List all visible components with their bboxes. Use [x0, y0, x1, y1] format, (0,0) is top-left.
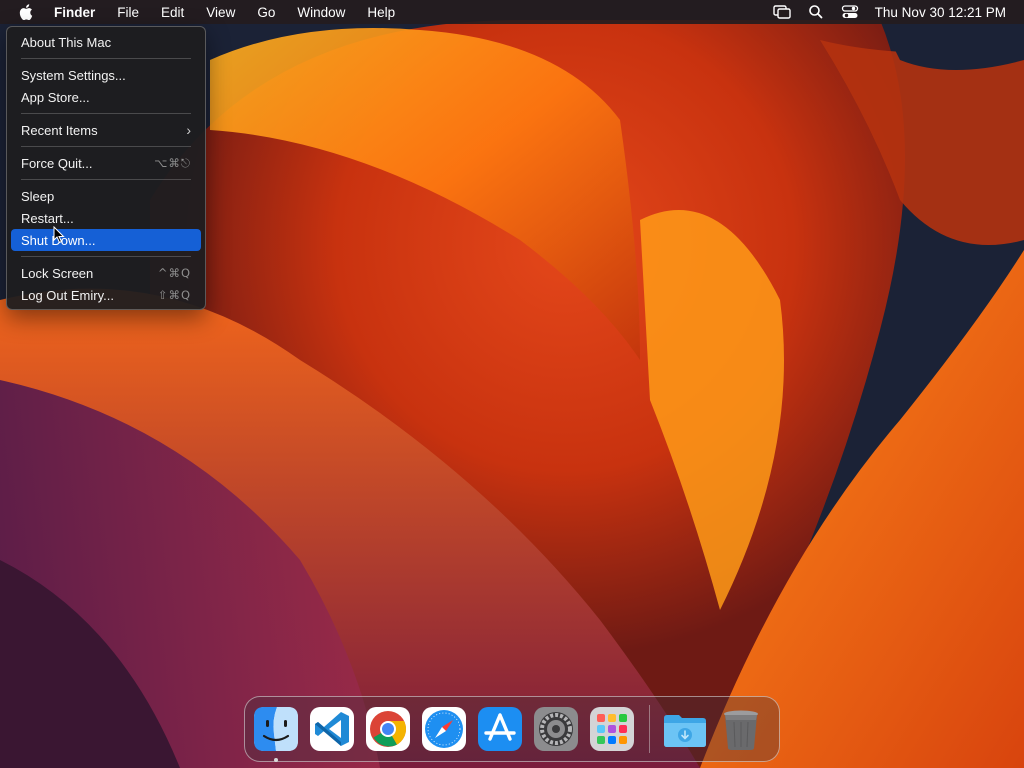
spotlight-search-icon[interactable]	[799, 0, 833, 24]
menu-file[interactable]: File	[106, 0, 150, 24]
menu-item-system-settings[interactable]: System Settings...	[11, 64, 201, 86]
running-indicator	[274, 758, 278, 762]
menu-item-about-this-mac[interactable]: About This Mac	[11, 31, 201, 53]
menu-bar-status-area: Thu Nov 30 12:21 PM	[765, 0, 1024, 24]
app-store-icon[interactable]	[477, 706, 523, 752]
menu-app-name[interactable]: Finder	[46, 0, 106, 24]
menu-item-recent-items[interactable]: Recent Items ›	[11, 119, 201, 141]
mouse-pointer-icon	[53, 226, 65, 244]
dock-divider	[649, 705, 650, 753]
shortcut-log-out: ⇧⌘Q	[157, 288, 191, 302]
control-center-icon[interactable]	[833, 0, 867, 24]
shortcut-lock-screen: ^⌘Q	[157, 266, 191, 280]
menu-item-shut-down[interactable]: Shut Down...	[11, 229, 201, 251]
trash-icon[interactable]	[718, 706, 764, 752]
apple-menu-icon[interactable]	[16, 3, 36, 21]
menu-view[interactable]: View	[195, 0, 246, 24]
shortcut-force-quit: ⌥⌘⎋	[154, 155, 191, 170]
menu-window[interactable]: Window	[286, 0, 356, 24]
apple-menu-dropdown: About This Mac System Settings... App St…	[6, 26, 206, 310]
menu-separator	[21, 113, 191, 114]
chrome-icon[interactable]	[365, 706, 411, 752]
safari-icon[interactable]	[421, 706, 467, 752]
chevron-right-icon: ›	[186, 122, 191, 138]
menu-item-sleep[interactable]: Sleep	[11, 185, 201, 207]
launchpad-icon[interactable]	[589, 706, 635, 752]
menu-item-force-quit[interactable]: Force Quit... ⌥⌘⎋	[11, 152, 201, 174]
menu-separator	[21, 58, 191, 59]
menu-separator	[21, 146, 191, 147]
menu-item-app-store[interactable]: App Store...	[11, 86, 201, 108]
menu-item-log-out[interactable]: Log Out Emiry... ⇧⌘Q	[11, 284, 201, 306]
menu-bar-clock[interactable]: Thu Nov 30 12:21 PM	[867, 5, 1024, 20]
downloads-folder-icon[interactable]	[662, 706, 708, 752]
menu-separator	[21, 179, 191, 180]
finder-icon[interactable]	[253, 706, 299, 762]
dock	[244, 696, 780, 762]
menu-bar: Finder File Edit View Go Window Help Thu…	[0, 0, 1024, 24]
menu-help[interactable]: Help	[356, 0, 406, 24]
system-settings-icon[interactable]	[533, 706, 579, 752]
menu-item-lock-screen[interactable]: Lock Screen ^⌘Q	[11, 262, 201, 284]
menu-separator	[21, 256, 191, 257]
menu-go[interactable]: Go	[246, 0, 286, 24]
vscode-icon[interactable]	[309, 706, 355, 752]
menu-edit[interactable]: Edit	[150, 0, 195, 24]
screen-mirroring-icon[interactable]	[765, 0, 799, 24]
menu-item-restart[interactable]: Restart...	[11, 207, 201, 229]
